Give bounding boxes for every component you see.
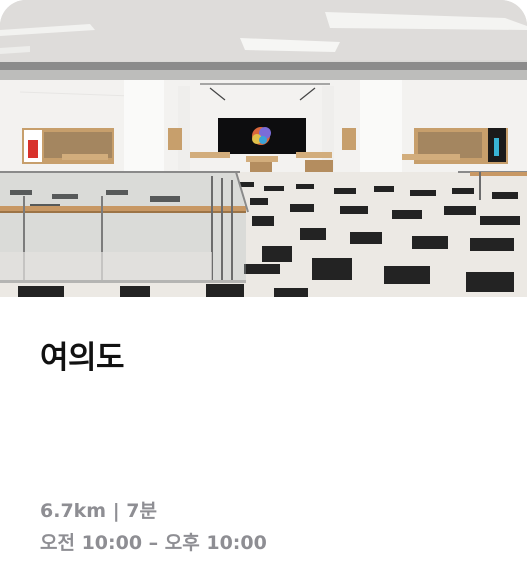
store-photo xyxy=(0,0,527,297)
store-distance-time: 6.7km | 7분 xyxy=(40,500,157,522)
store-opening-hours: 오전 10:00 – 오후 10:00 xyxy=(40,532,267,554)
store-name: 여의도 xyxy=(40,340,125,376)
store-card[interactable]: 여의도 6.7km | 7분 오전 10:00 – 오후 10:00 xyxy=(0,0,527,588)
